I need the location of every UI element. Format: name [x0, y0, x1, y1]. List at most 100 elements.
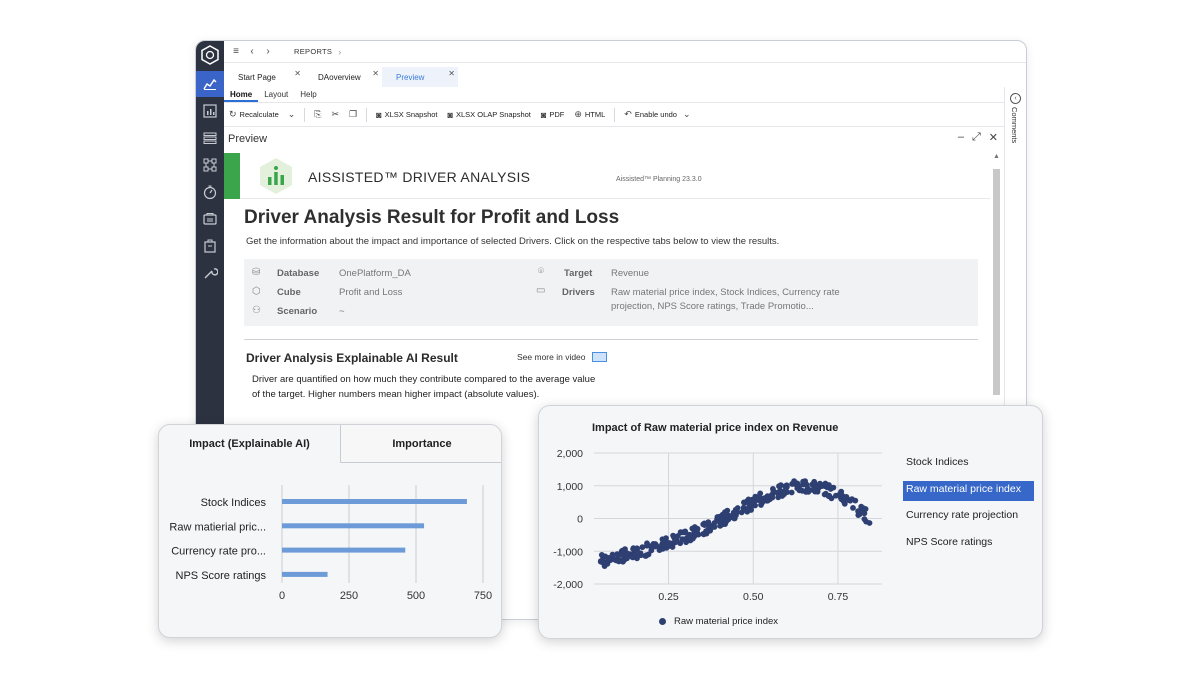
scroll-up-icon[interactable]: ▲	[993, 153, 1000, 160]
section-divider	[244, 339, 978, 340]
tab-start-page[interactable]: Start Page ✕	[224, 67, 304, 87]
paste-button[interactable]: ❐	[344, 109, 362, 120]
nav-model-icon[interactable]	[196, 152, 224, 178]
drivers-value-line1: Raw material price index, Stock Indices,…	[611, 287, 840, 298]
data-point	[677, 540, 684, 547]
menu-icon[interactable]: ≡	[228, 46, 244, 57]
x-tick-label: 0.25	[658, 591, 679, 603]
toolbar-divider	[366, 107, 368, 122]
nav-reports-icon[interactable]	[196, 98, 224, 124]
vertical-scrollbar[interactable]: ▲	[992, 153, 1001, 405]
scenario-value: ~	[339, 306, 345, 317]
banner-title: AISSISTED™ DRIVER ANALYSIS	[308, 169, 531, 185]
data-point	[731, 515, 737, 522]
legend-item-raw-material-price-index[interactable]: Raw material price index	[903, 480, 1034, 501]
data-point	[800, 478, 806, 485]
close-icon[interactable]: ✕	[294, 69, 301, 78]
nav-tools-icon[interactable]	[196, 260, 224, 286]
scrollbar-thumb[interactable]	[993, 169, 1000, 395]
data-point	[817, 480, 823, 487]
data-point	[855, 512, 862, 518]
target-label: Target	[564, 268, 593, 279]
legend-item-nps-score-ratings[interactable]: NPS Score ratings	[903, 534, 1033, 554]
category-label: Raw matierial pric...	[169, 521, 266, 533]
ribbon-tab-layout[interactable]: Layout	[258, 87, 294, 102]
xlsx-olap-snapshot-button[interactable]: ◙ XLSX OLAP Snapshot	[443, 110, 536, 120]
app-logo-icon	[201, 45, 219, 65]
ribbon-tab-help[interactable]: Help	[294, 87, 322, 102]
data-point	[634, 545, 640, 552]
data-point	[837, 491, 843, 498]
data-point	[659, 536, 666, 543]
back-arrow-icon[interactable]: ‹	[244, 46, 260, 57]
breadcrumb[interactable]: REPORTS	[294, 47, 332, 56]
data-point	[814, 488, 821, 495]
cube-icon: ⬡	[252, 286, 261, 297]
nav-timer-icon[interactable]	[196, 179, 224, 205]
cube-value: Profit and Loss	[339, 287, 403, 298]
html-button[interactable]: ⊕ HTML	[569, 109, 610, 120]
data-point	[705, 519, 712, 526]
copy-button[interactable]: ⎘	[309, 109, 326, 120]
tab-daoverview[interactable]: DAoverview ✕	[304, 67, 382, 87]
data-point	[809, 481, 816, 488]
ribbon-tab-home[interactable]: Home	[224, 87, 259, 102]
x-tick-label: 250	[340, 590, 358, 602]
data-point	[665, 540, 671, 547]
chart-title: Impact of Raw material price index on Re…	[592, 422, 838, 434]
x-tick-label: 500	[407, 590, 425, 602]
nav-package-icon[interactable]	[196, 233, 224, 259]
impact-bar-chart: 0 250 500 750 Stock Indices Raw matierial pri…	[169, 485, 492, 602]
data-point	[850, 505, 856, 511]
legend-item-stock-indices[interactable]: Stock Indices	[903, 454, 1033, 474]
info-box: ⛁ Database OnePlatform_DA ⬡ Cube Profit …	[244, 259, 978, 326]
data-point	[629, 554, 636, 561]
close-icon[interactable]: ✕	[372, 69, 379, 78]
camera-icon: ◙	[376, 109, 382, 120]
pdf-button[interactable]: ◙ PDF	[536, 110, 569, 120]
chevron-down-icon: ⌄	[682, 109, 691, 119]
nav-analytics-icon[interactable]	[196, 71, 224, 97]
minimize-icon[interactable]: –	[958, 131, 964, 144]
preview-window-controls: – ⤢ ✕	[958, 131, 998, 144]
data-point	[738, 509, 745, 516]
tab-preview[interactable]: Preview ✕	[382, 67, 458, 87]
data-point	[861, 516, 868, 522]
cube-label: Cube	[277, 287, 301, 298]
camera-icon: ◙	[540, 109, 547, 120]
undo-icon: ↶	[624, 109, 632, 119]
chevron-left-icon[interactable]: ‹	[1010, 93, 1021, 104]
data-point	[821, 491, 828, 498]
data-point	[769, 494, 776, 501]
page-title: Driver Analysis Result for Profit and Lo…	[244, 207, 620, 228]
driver-legend: Stock Indices Raw material price index C…	[903, 454, 1034, 561]
legend-item-currency-rate-projection[interactable]: Currency rate projection	[903, 507, 1033, 527]
nav-data-icon[interactable]	[196, 206, 224, 232]
data-point	[784, 484, 790, 490]
comments-label: Comments	[1010, 107, 1019, 144]
data-point	[623, 550, 630, 556]
series-legend-label: Raw material price index	[674, 616, 779, 627]
video-link[interactable]: See more in video	[517, 352, 607, 362]
series-legend: Raw material price index	[659, 616, 778, 627]
cut-button[interactable]: ✂	[327, 109, 345, 120]
report-banner: AISSISTED™ DRIVER ANALYSIS Aissisted™ Pl…	[224, 153, 990, 199]
database-label: Database	[277, 268, 320, 279]
description: Driver are quantified on how much they c…	[252, 374, 596, 400]
data-point	[794, 480, 801, 487]
data-point	[644, 542, 650, 549]
data-point	[669, 544, 676, 550]
xlsx-snapshot-button[interactable]: ◙ XLSX Snapshot	[371, 110, 442, 120]
forward-arrow-icon[interactable]: ›	[260, 46, 276, 57]
close-icon[interactable]: ✕	[448, 69, 455, 78]
data-point	[744, 508, 751, 515]
data-point	[779, 493, 786, 499]
recalculate-button[interactable]: ↻ Recalculate ⌄	[224, 109, 300, 120]
driver-analysis-logo-icon	[260, 158, 292, 194]
toolbar: ↻ Recalculate ⌄ ⎘ ✂ ❐ ◙ XLSX Snapshot ◙ XLSX…	[224, 103, 1004, 127]
close-icon[interactable]: ✕	[989, 131, 998, 144]
enable-undo-button[interactable]: ↶ Enable undo ⌄	[619, 109, 695, 120]
nav-list-icon[interactable]	[196, 125, 224, 151]
expand-icon[interactable]: ⤢	[972, 131, 981, 144]
banner-version: Aissisted™ Planning 23.3.0	[616, 176, 702, 183]
